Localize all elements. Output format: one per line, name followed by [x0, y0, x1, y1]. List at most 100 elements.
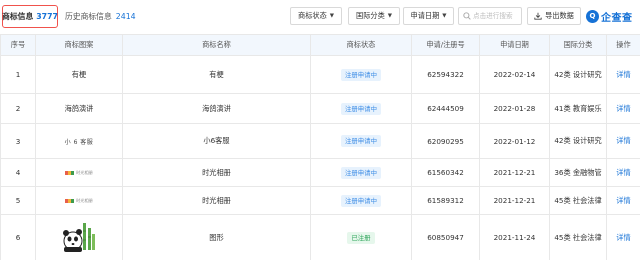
logo-mark-icon: [65, 199, 75, 203]
trademark-image: 有梗: [35, 55, 123, 94]
detail-link[interactable]: 详情: [616, 196, 630, 205]
cell-action: 详情: [606, 214, 640, 260]
logo-mark-icon: [65, 171, 75, 175]
tab-count: 2414: [115, 12, 136, 21]
search-input[interactable]: [473, 12, 523, 20]
trademark-image-text: 小 6 客服: [64, 138, 94, 146]
cell-reg-no: 60850947: [411, 214, 480, 260]
table-row: 3 小 6 客服 小6客服 注册申请中 62090295 2022-01-12 …: [0, 123, 640, 159]
detail-link[interactable]: 详情: [616, 104, 630, 113]
cell-class: 41类 教育娱乐: [549, 93, 607, 124]
dropdown-label: 商标状态: [298, 11, 327, 20]
toolbar: 商标信息 3777 历史商标信息 2414 商标状态 ▼ 国际分类 ▼ 申请日期…: [0, 0, 640, 34]
cell-name: 时光相册: [122, 186, 311, 215]
header-name: 商标名称: [122, 34, 311, 56]
cell-index: 3: [0, 123, 36, 159]
cell-date: 2021-11-24: [479, 214, 550, 260]
status-badge: 已注册: [347, 231, 375, 244]
tab-history-trademark-info[interactable]: 历史商标信息 2414: [65, 5, 136, 28]
trademark-image-text: 时光相册: [76, 198, 93, 203]
cell-class: 45类 社会法律: [549, 214, 607, 260]
table-row: 4 时光相册 时光相册 注册申请中 61560342 2021-12-21 36…: [0, 158, 640, 187]
dropdown-label: 国际分类: [356, 11, 385, 20]
panda-bamboo-icon: [63, 222, 95, 252]
trademark-logo: 时光相册: [65, 198, 93, 204]
intl-class-filter-dropdown[interactable]: 国际分类 ▼: [348, 7, 400, 25]
cell-index: 1: [0, 55, 36, 94]
tab-label: 历史商标信息: [65, 12, 112, 21]
cell-action: 详情: [606, 55, 640, 94]
cell-date: 2022-01-12: [479, 123, 550, 159]
cell-status: 已注册: [310, 214, 412, 260]
caret-down-icon: ▼: [442, 13, 447, 19]
header-action: 操作: [606, 34, 640, 56]
export-button[interactable]: 导出数据: [527, 7, 581, 25]
cell-date: 2022-02-14: [479, 55, 550, 94]
cell-status: 注册申请中: [310, 123, 412, 159]
cell-reg-no: 62594322: [411, 55, 480, 94]
cell-index: 4: [0, 158, 36, 187]
dropdown-label: 申请日期: [410, 11, 440, 20]
cell-name: 图形: [122, 214, 311, 260]
trademark-table: 序号 商标图案 商标名称 商标状态 申请/注册号 申请日期 国际分类 操作 1 …: [0, 34, 640, 260]
search-icon: [463, 12, 471, 20]
download-icon: [534, 12, 542, 20]
detail-link[interactable]: 详情: [616, 168, 630, 177]
cell-status: 注册申请中: [310, 55, 412, 94]
trademark-image-text: 海鸽演讲: [64, 103, 94, 113]
search-box[interactable]: [458, 7, 523, 25]
brand-logo: Q 企查查: [586, 8, 633, 24]
trademark-image: 海鸽演讲: [35, 93, 123, 124]
trademark-logo: 时光相册: [65, 170, 93, 176]
cell-name: 有梗: [122, 55, 311, 94]
table-row: 2 海鸽演讲 海鸽演讲 注册申请中 62444509 2022-01-28 41…: [0, 93, 640, 124]
cell-reg-no: 62444509: [411, 93, 480, 124]
detail-link[interactable]: 详情: [616, 136, 630, 145]
cell-reg-no: 61560342: [411, 158, 480, 187]
header-index: 序号: [0, 34, 36, 56]
cell-reg-no: 61589312: [411, 186, 480, 215]
cell-reg-no: 62090295: [411, 123, 480, 159]
brand-name: 企查查: [601, 12, 633, 24]
status-filter-dropdown[interactable]: 商标状态 ▼: [290, 7, 342, 25]
apply-date-filter-dropdown[interactable]: 申请日期 ▼: [403, 7, 454, 25]
cell-date: 2021-12-21: [479, 186, 550, 215]
cell-class: 42类 设计研究: [549, 55, 607, 94]
cell-action: 详情: [606, 186, 640, 215]
cell-action: 详情: [606, 158, 640, 187]
cell-class: 45类 社会法律: [549, 186, 607, 215]
cell-index: 2: [0, 93, 36, 124]
table-row: 5 时光相册 时光相册 注册申请中 61589312 2021-12-21 45…: [0, 186, 640, 215]
cell-date: 2022-01-28: [479, 93, 550, 124]
brand-mark-icon: Q: [586, 9, 599, 23]
tab-label: 商标信息: [2, 12, 34, 21]
cell-action: 详情: [606, 93, 640, 124]
status-badge: 注册申请中: [341, 194, 381, 207]
cell-class: 42类 设计研究: [549, 123, 607, 159]
table-row: 6 图形 已注册 60850947 2021-11-24 45类 社会法律 详情: [0, 214, 640, 260]
status-badge: 注册申请中: [341, 166, 381, 179]
cell-status: 注册申请中: [310, 186, 412, 215]
status-badge: 注册申请中: [341, 135, 381, 147]
cell-name: 时光相册: [122, 158, 311, 187]
trademark-image: 时光相册: [35, 186, 123, 215]
tab-trademark-info[interactable]: 商标信息 3777: [2, 5, 58, 28]
detail-link[interactable]: 详情: [616, 233, 630, 242]
header-reg-no: 申请/注册号: [411, 34, 480, 56]
cell-class: 36类 金融物管: [549, 158, 607, 187]
cell-status: 注册申请中: [310, 158, 412, 187]
cell-name: 小6客服: [122, 123, 311, 159]
trademark-image-text: 时光相册: [76, 170, 93, 175]
trademark-image-text: 有梗: [71, 69, 87, 79]
trademark-image: 小 6 客服: [35, 123, 123, 159]
cell-action: 详情: [606, 123, 640, 159]
header-intl-class: 国际分类: [549, 34, 607, 56]
caret-down-icon: ▼: [329, 13, 334, 19]
status-badge: 注册申请中: [341, 68, 381, 81]
header-apply-date: 申请日期: [479, 34, 550, 56]
detail-link[interactable]: 详情: [616, 70, 630, 79]
header-status: 商标状态: [310, 34, 412, 56]
cell-status: 注册申请中: [310, 93, 412, 124]
trademark-image: 时光相册: [35, 158, 123, 187]
cell-date: 2021-12-21: [479, 158, 550, 187]
